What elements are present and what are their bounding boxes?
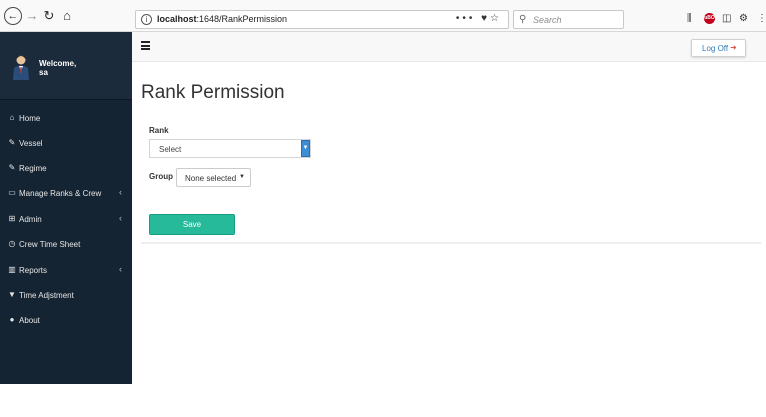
- pencil-icon: ✎: [8, 163, 16, 172]
- browser-home-icon[interactable]: ⌂: [60, 7, 74, 25]
- chevron-down-icon[interactable]: ▼: [301, 140, 310, 157]
- sidebar-item-admin[interactable]: ⊞ Admin ‹: [0, 207, 132, 231]
- group-multiselect[interactable]: None selected ▼: [176, 168, 251, 187]
- sidebar-item-label: Admin: [19, 215, 42, 224]
- username: sa: [39, 68, 48, 77]
- ublock-icon[interactable]: uBO: [704, 13, 715, 24]
- sidebar-item-regime[interactable]: ✎ Regime: [0, 156, 132, 180]
- url-text: localhost:1648/RankPermission: [157, 14, 288, 24]
- avatar: [13, 55, 29, 80]
- save-button[interactable]: Save: [149, 214, 235, 235]
- desktop-icon: ▭: [8, 188, 16, 197]
- sidebar-item-label: Crew Time Sheet: [19, 240, 81, 249]
- home-icon: ⌂: [9, 113, 15, 122]
- sidebar-item-label: Manage Ranks & Crew: [19, 189, 102, 198]
- page-actions-menu-icon[interactable]: •••: [456, 13, 481, 24]
- sidebar-item-label: Regime: [19, 164, 47, 173]
- group-label: Group: [149, 172, 173, 181]
- search-input[interactable]: Search: [533, 15, 562, 25]
- sidebar-toggle-icon[interactable]: ◫: [722, 13, 731, 25]
- forward-arrow-icon[interactable]: →: [25, 7, 39, 25]
- pocket-icon[interactable]: ♥: [481, 13, 490, 24]
- bookmark-star-icon[interactable]: ☆: [490, 13, 502, 24]
- search-icon: ⚲: [519, 14, 527, 25]
- rank-label: Rank: [149, 126, 169, 135]
- sidebar: Welcome, sa ⌂ Home ✎ Vessel ✎ Regime ▭ M…: [0, 32, 132, 384]
- sidebar-item-about[interactable]: ● About: [0, 308, 132, 332]
- sidebar-item-label: Reports: [19, 266, 48, 275]
- log-off-button[interactable]: Log Off ➜: [691, 39, 746, 57]
- sidebar-item-label: Time Adjstment: [19, 291, 74, 300]
- sidebar-item-label: Home: [19, 114, 41, 123]
- log-off-label: Log Off: [702, 44, 729, 53]
- caret-down-icon: ▼: [239, 174, 245, 180]
- sidebar-item-label: Vessel: [19, 139, 43, 148]
- bar-chart-icon: ▥: [8, 265, 16, 274]
- edit-icon: ✎: [8, 138, 16, 147]
- sidebar-item-label: About: [19, 316, 40, 325]
- sidebar-item-manage-ranks-crew[interactable]: ▭ Manage Ranks & Crew ‹: [0, 181, 132, 205]
- chevron-left-icon: ‹: [119, 187, 122, 197]
- table-icon: ⊞: [8, 214, 16, 223]
- chevron-left-icon: ‹: [119, 213, 122, 223]
- reload-icon[interactable]: ↻: [42, 7, 56, 25]
- address-bar[interactable]: i localhost:1648/RankPermission ••• ♥☆: [135, 10, 509, 29]
- sidebar-item-crew-time-sheet[interactable]: ◷ Crew Time Sheet: [0, 232, 132, 256]
- group-select-value: None selected: [185, 174, 237, 183]
- sidebar-item-vessel[interactable]: ✎ Vessel: [0, 131, 132, 155]
- sidebar-item-reports[interactable]: ▥ Reports ‹: [0, 258, 132, 282]
- welcome-text: Welcome, sa: [39, 59, 77, 77]
- browser-search-box[interactable]: ⚲ Search: [513, 10, 624, 29]
- profile-panel: Welcome, sa: [0, 32, 132, 100]
- page-title: Rank Permission: [141, 82, 285, 103]
- top-navbar: Log Off ➜: [132, 32, 766, 62]
- clock-icon: ◷: [8, 239, 16, 248]
- back-arrow-icon[interactable]: ←: [4, 7, 22, 25]
- browser-toolbar: ← → ↻ ⌂ i localhost:1648/RankPermission …: [0, 0, 766, 32]
- extension-icon[interactable]: ⚙: [739, 13, 748, 25]
- content-divider: [141, 242, 761, 244]
- library-icon[interactable]: ⫼: [687, 13, 692, 25]
- sidebar-item-time-adjstment[interactable]: ▼ Time Adjstment: [0, 283, 132, 307]
- rank-select-value: Select: [159, 145, 182, 154]
- chevron-left-icon: ‹: [119, 264, 122, 274]
- hamburger-menu-icon[interactable]: [141, 41, 150, 50]
- rank-select[interactable]: Select ▼: [149, 139, 311, 158]
- filter-icon: ▼: [8, 290, 16, 299]
- info-icon[interactable]: i: [141, 14, 152, 25]
- user-icon: ●: [9, 315, 15, 324]
- overflow-menu-icon[interactable]: ⋮: [757, 13, 766, 25]
- sign-out-icon: ➜: [730, 43, 737, 52]
- page-actions[interactable]: ••• ♥☆: [456, 13, 502, 24]
- sidebar-item-home[interactable]: ⌂ Home: [0, 106, 132, 130]
